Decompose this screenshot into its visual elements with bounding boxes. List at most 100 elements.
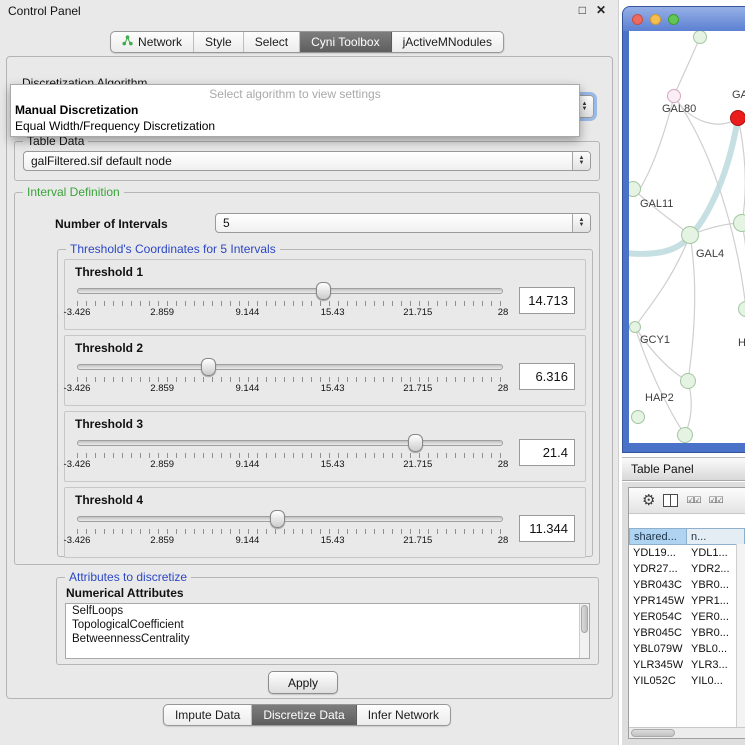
threshold-label: Threshold 3	[75, 417, 575, 431]
tab-infer-network[interactable]: Infer Network	[357, 705, 450, 725]
scrollbar-thumb[interactable]	[631, 729, 675, 737]
cell-shared-name: YER054C	[629, 611, 687, 623]
table-rows: YDL19...YDL1...YDR27...YDR2...YBR043CYBR…	[629, 545, 745, 689]
attributes-scrollbar[interactable]	[579, 604, 589, 658]
minimize-traffic-light-icon[interactable]	[650, 14, 661, 25]
node-table: ⚙ ☑☑ ☑☑ shared... n... YDL19...YDL1...YD…	[628, 487, 745, 739]
float-window-icon[interactable]: □	[579, 3, 586, 17]
cell-shared-name: YLR345W	[629, 659, 687, 671]
table-row[interactable]: YLR345WYLR3...	[629, 657, 745, 673]
combo-stepper-icon: ▲▼	[572, 214, 590, 232]
table-data-value: galFiltered.sif default node	[31, 154, 172, 168]
attributes-legend: Attributes to discretize	[65, 570, 191, 584]
table-panel-header[interactable]: Table Panel	[622, 457, 745, 481]
threshold-row: -3.4262.8599.14415.4321.7152821.4	[75, 432, 575, 472]
table-row[interactable]: YER054CYER0...	[629, 609, 745, 625]
table-row[interactable]: YDL19...YDL1...	[629, 545, 745, 561]
table-horizontal-scrollbar[interactable]	[629, 727, 745, 738]
tab-style[interactable]: Style	[194, 32, 244, 52]
table-data-combobox[interactable]: galFiltered.sif default node ▲▼	[23, 151, 591, 171]
list-item[interactable]: SelfLoops	[66, 604, 589, 618]
tab-cyni-toolbox[interactable]: Cyni Toolbox	[300, 32, 391, 52]
network-window-titlebar[interactable]	[623, 7, 745, 31]
interval-definition-group: Interval Definition Number of Intervals …	[14, 192, 600, 565]
threshold-slider[interactable]: -3.4262.8599.14415.4321.71528	[75, 280, 505, 320]
network-canvas[interactable]: GAL80GAGAL11GAL4GCY1HHAP2	[629, 31, 745, 443]
numerical-attributes-label: Numerical Attributes	[66, 586, 184, 600]
slider-thumb[interactable]	[316, 282, 331, 300]
table-row[interactable]: YIL052CYIL0...	[629, 673, 745, 689]
number-of-intervals-combobox[interactable]: 5 ▲▼	[215, 213, 591, 233]
tab-impute-data[interactable]: Impute Data	[164, 705, 252, 725]
select-rows-icon[interactable]: ☑☑	[709, 496, 723, 505]
tab-network[interactable]: Network	[111, 32, 194, 52]
zoom-traffic-light-icon[interactable]	[668, 14, 679, 25]
threshold-value-field[interactable]: 14.713	[519, 287, 575, 314]
scale-label: 2.859	[150, 307, 174, 318]
network-node[interactable]	[681, 226, 699, 244]
control-panel-titlebar: Control Panel □ ✕	[0, 0, 618, 22]
column-header-name[interactable]: n...	[687, 528, 745, 545]
table-vertical-scrollbar[interactable]	[736, 544, 745, 728]
network-view-window: GAL80GAGAL11GAL4GCY1HHAP2	[622, 6, 745, 453]
slider-thumb[interactable]	[270, 510, 285, 528]
slider-thumb[interactable]	[201, 358, 216, 376]
columns-icon[interactable]	[663, 494, 678, 507]
network-node[interactable]	[667, 89, 681, 103]
table-row[interactable]: YBR043CYBR0...	[629, 577, 745, 593]
scale-label: 15.43	[321, 383, 345, 394]
slider-track[interactable]	[77, 516, 503, 522]
scale-label: 15.43	[321, 535, 345, 546]
tab-label: jActiveMNodules	[403, 35, 492, 49]
table-row[interactable]: YDR27...YDR2...	[629, 561, 745, 577]
scale-label: 2.859	[150, 383, 174, 394]
slider-ticks	[77, 529, 503, 534]
dropdown-option-equal-width[interactable]: Equal Width/Frequency Discretization	[11, 118, 579, 134]
scale-label: 21.715	[403, 459, 432, 470]
table-row[interactable]: YPR145WYPR1...	[629, 593, 745, 609]
select-columns-icon[interactable]: ☑☑	[686, 496, 700, 505]
threshold-value-field[interactable]: 6.316	[519, 363, 575, 390]
apply-button[interactable]: Apply	[268, 671, 338, 694]
threshold-slider[interactable]: -3.4262.8599.14415.4321.71528	[75, 432, 505, 472]
close-icon[interactable]: ✕	[596, 3, 606, 17]
scale-label: 9.144	[236, 307, 260, 318]
network-node[interactable]	[733, 214, 745, 232]
gear-icon[interactable]: ⚙	[642, 493, 655, 508]
node-label: HAP2	[645, 392, 674, 404]
tab-select[interactable]: Select	[244, 32, 300, 52]
close-traffic-light-icon[interactable]	[632, 14, 643, 25]
tab-jactivemnodules[interactable]: jActiveMNodules	[392, 32, 503, 52]
network-node[interactable]	[677, 427, 693, 443]
tab-label: Impute Data	[175, 708, 240, 722]
control-panel: Control Panel □ ✕ Network Style Select C…	[0, 0, 619, 745]
network-node[interactable]	[631, 410, 645, 424]
tab-label: Cyni Toolbox	[311, 35, 379, 49]
node-label: GAL4	[696, 248, 724, 260]
tab-discretize-data[interactable]: Discretize Data	[252, 705, 356, 725]
network-node[interactable]	[629, 321, 641, 333]
network-node[interactable]	[680, 373, 696, 389]
list-item[interactable]: TopologicalCoefficient	[66, 618, 589, 632]
cell-shared-name: YIL052C	[629, 675, 687, 687]
slider-thumb[interactable]	[408, 434, 423, 452]
cell-shared-name: YBR045C	[629, 627, 687, 639]
threshold-slider[interactable]: -3.4262.8599.14415.4321.71528	[75, 508, 505, 548]
slider-track[interactable]	[77, 364, 503, 370]
scale-label: 9.144	[236, 459, 260, 470]
list-item[interactable]: BetweennessCentrality	[66, 632, 589, 646]
threshold-slider[interactable]: -3.4262.8599.14415.4321.71528	[75, 356, 505, 396]
dropdown-option-manual[interactable]: Manual Discretization	[11, 102, 579, 118]
scrollbar-thumb[interactable]	[581, 605, 588, 633]
scale-label: 2.859	[150, 459, 174, 470]
slider-track[interactable]	[77, 440, 503, 446]
node-label: GAL80	[662, 103, 696, 115]
table-row[interactable]: YBR045CYBR0...	[629, 625, 745, 641]
threshold-value-field[interactable]: 11.344	[519, 515, 575, 542]
network-node[interactable]	[730, 110, 745, 126]
threshold-value-field[interactable]: 21.4	[519, 439, 575, 466]
table-row[interactable]: YBL079WYBL0...	[629, 641, 745, 657]
column-header-shared-name[interactable]: shared...	[629, 528, 687, 545]
tab-label: Select	[255, 35, 288, 49]
slider-track[interactable]	[77, 288, 503, 294]
